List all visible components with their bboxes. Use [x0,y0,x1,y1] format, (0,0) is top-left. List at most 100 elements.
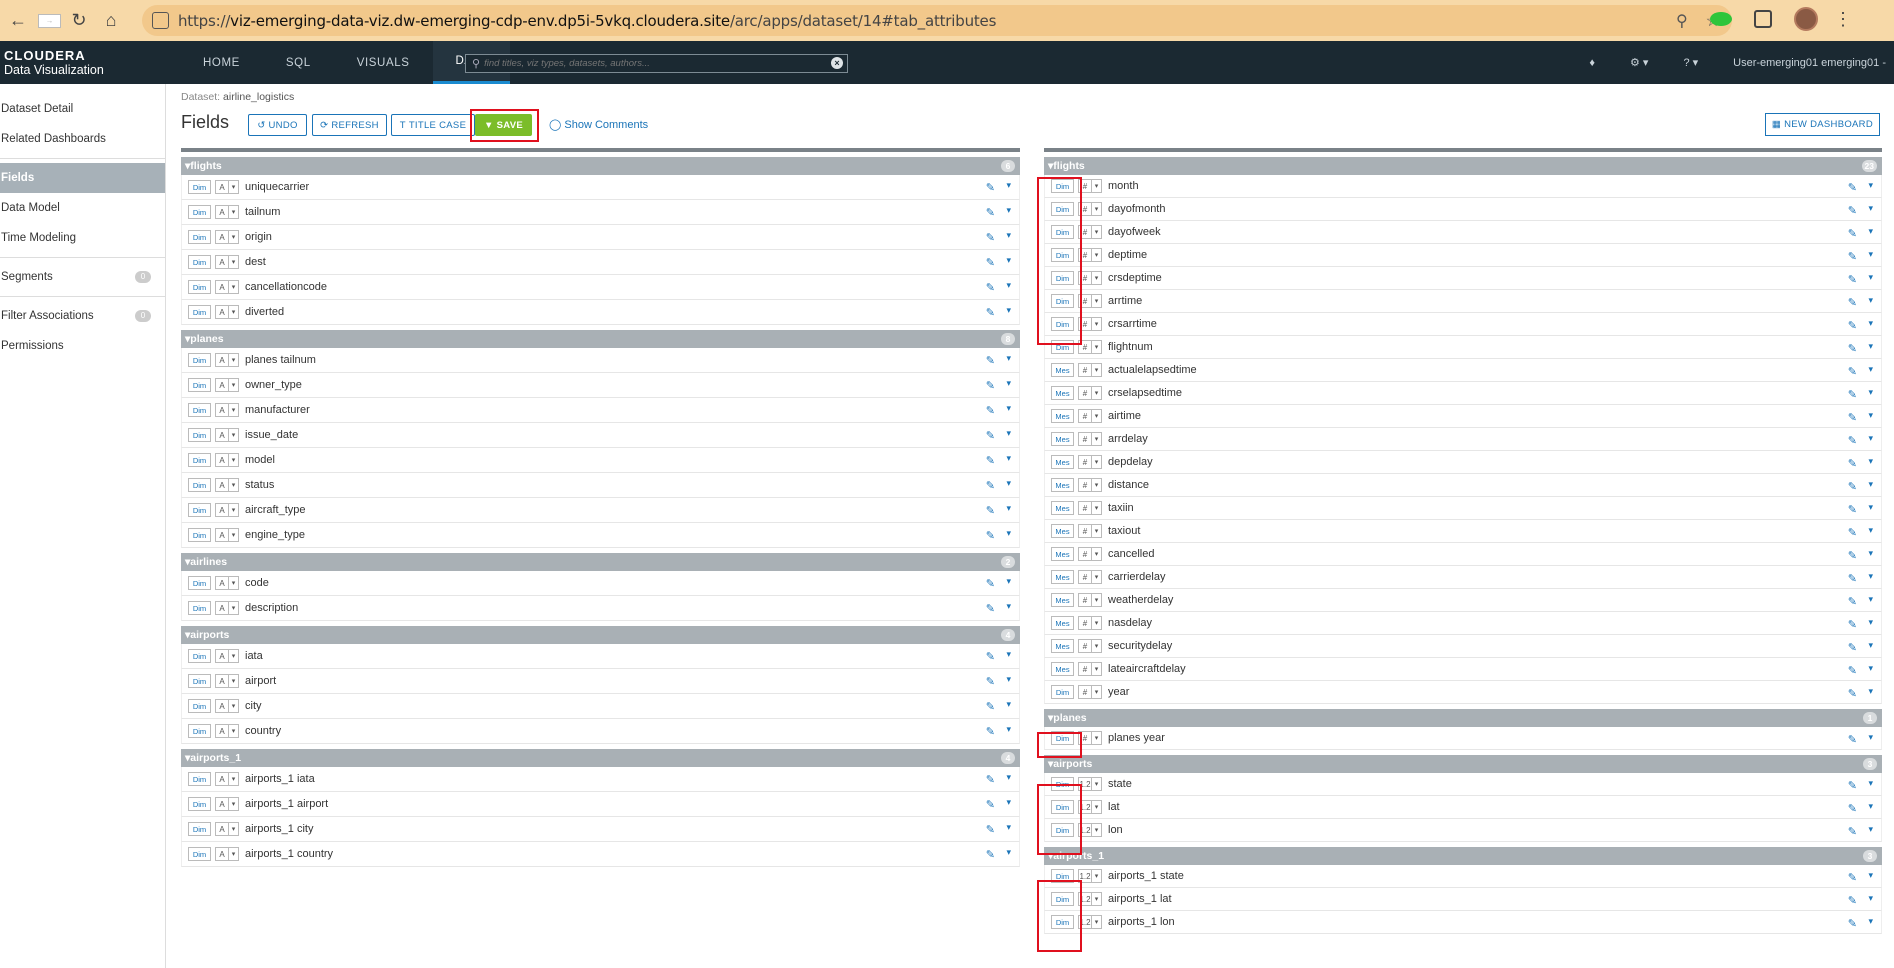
row-menu-dropdown[interactable]: ▾ [1868,341,1873,352]
data-type-icon[interactable]: # [1078,685,1092,699]
type-dropdown-button[interactable]: ▾ [229,772,239,786]
edit-pencil-icon[interactable]: ✎ [1848,503,1857,516]
edit-pencil-icon[interactable]: ✎ [986,306,995,319]
extensions-puzzle-icon[interactable] [1754,10,1772,28]
role-toggle-button[interactable]: Dim [188,674,211,688]
role-toggle-button[interactable]: Dim [188,724,211,738]
row-menu-dropdown[interactable]: ▾ [1006,478,1011,489]
edit-pencil-icon[interactable]: ✎ [986,602,995,615]
edit-pencil-icon[interactable]: ✎ [1848,273,1857,286]
role-toggle-button[interactable]: Mes [1051,639,1074,653]
role-toggle-button[interactable]: Dim [188,353,211,367]
table-group-header[interactable]: ▾ flights 23 [1044,157,1882,175]
row-menu-dropdown[interactable]: ▾ [1868,226,1873,237]
type-dropdown-button[interactable]: ▾ [1092,317,1102,331]
row-menu-dropdown[interactable]: ▾ [1868,548,1873,559]
nav-tab-home[interactable]: HOME [180,41,263,84]
data-type-icon[interactable]: A [215,699,229,713]
edit-pencil-icon[interactable]: ✎ [986,379,995,392]
sidebar-item-related-dashboards[interactable]: Related Dashboards [0,124,165,154]
edit-pencil-icon[interactable]: ✎ [986,823,995,836]
edit-pencil-icon[interactable]: ✎ [1848,549,1857,562]
edit-pencil-icon[interactable]: ✎ [986,848,995,861]
data-type-icon[interactable]: # [1078,524,1092,538]
data-type-icon[interactable]: # [1078,547,1092,561]
undo-button[interactable]: ↺ UNDO [248,114,307,136]
data-type-icon[interactable]: A [215,378,229,392]
edit-pencil-icon[interactable]: ✎ [1848,825,1857,838]
row-menu-dropdown[interactable]: ▾ [1006,576,1011,587]
type-dropdown-button[interactable]: ▾ [229,601,239,615]
table-group-header[interactable]: ▾ flights 6 [181,157,1020,175]
row-menu-dropdown[interactable]: ▾ [1006,353,1011,364]
edit-pencil-icon[interactable]: ✎ [1848,894,1857,907]
role-toggle-button[interactable]: Dim [188,478,211,492]
role-toggle-button[interactable]: Dim [188,403,211,417]
title-case-button[interactable]: T TITLE CASE [391,114,475,136]
data-type-icon[interactable]: # [1078,409,1092,423]
row-menu-dropdown[interactable]: ▾ [1868,410,1873,421]
edit-pencil-icon[interactable]: ✎ [986,429,995,442]
type-dropdown-button[interactable]: ▾ [1092,363,1102,377]
row-menu-dropdown[interactable]: ▾ [1006,822,1011,833]
edit-pencil-icon[interactable]: ✎ [1848,319,1857,332]
edit-pencil-icon[interactable]: ✎ [986,479,995,492]
row-menu-dropdown[interactable]: ▾ [1868,594,1873,605]
row-menu-dropdown[interactable]: ▾ [1868,272,1873,283]
refresh-button[interactable]: ⟳ REFRESH [312,114,387,136]
nav-tab-sql[interactable]: SQL [263,41,334,84]
data-type-icon[interactable]: # [1078,639,1092,653]
data-type-icon[interactable]: # [1078,386,1092,400]
row-menu-dropdown[interactable]: ▾ [1868,203,1873,214]
type-dropdown-button[interactable]: ▾ [1092,892,1102,906]
edit-pencil-icon[interactable]: ✎ [986,773,995,786]
data-type-icon[interactable]: A [215,822,229,836]
type-dropdown-button[interactable]: ▾ [1092,294,1102,308]
row-menu-dropdown[interactable]: ▾ [1868,502,1873,513]
data-type-icon[interactable]: A [215,428,229,442]
table-group-header[interactable]: ▾ airports_1 4 [181,749,1020,767]
edit-pencil-icon[interactable]: ✎ [1848,917,1857,930]
edit-pencil-icon[interactable]: ✎ [1848,687,1857,700]
address-bar[interactable]: https://viz-emerging-data-viz.dw-emergin… [142,5,1732,36]
edit-pencil-icon[interactable]: ✎ [1848,779,1857,792]
show-comments-link[interactable]: ◯ Show Comments [549,118,648,131]
role-toggle-button[interactable]: Mes [1051,501,1074,515]
data-type-icon[interactable]: A [215,403,229,417]
edit-pencil-icon[interactable]: ✎ [986,529,995,542]
row-menu-dropdown[interactable]: ▾ [1006,724,1011,735]
type-dropdown-button[interactable]: ▾ [229,847,239,861]
type-dropdown-button[interactable]: ▾ [229,428,239,442]
row-menu-dropdown[interactable]: ▾ [1006,528,1011,539]
type-dropdown-button[interactable]: ▾ [1092,409,1102,423]
data-type-icon[interactable]: A [215,305,229,319]
role-toggle-button[interactable]: Mes [1051,524,1074,538]
data-type-icon[interactable]: # [1078,593,1092,607]
edit-pencil-icon[interactable]: ✎ [1848,618,1857,631]
type-dropdown-button[interactable]: ▾ [229,797,239,811]
edit-pencil-icon[interactable]: ✎ [1848,641,1857,654]
row-menu-dropdown[interactable]: ▾ [1868,364,1873,375]
browser-menu-icon[interactable]: ⋮ [1834,9,1852,30]
role-toggle-button[interactable]: Mes [1051,386,1074,400]
type-dropdown-button[interactable]: ▾ [1092,386,1102,400]
sidebar-item-segments[interactable]: Segments 0 [0,262,165,292]
role-toggle-button[interactable]: Mes [1051,478,1074,492]
data-type-icon[interactable]: A [215,772,229,786]
row-menu-dropdown[interactable]: ▾ [1006,674,1011,685]
type-dropdown-button[interactable]: ▾ [229,305,239,319]
edit-pencil-icon[interactable]: ✎ [986,504,995,517]
data-type-icon[interactable]: A [215,255,229,269]
edit-pencil-icon[interactable]: ✎ [986,700,995,713]
type-dropdown-button[interactable]: ▾ [1092,800,1102,814]
data-type-icon[interactable]: A [215,724,229,738]
row-menu-dropdown[interactable]: ▾ [1006,180,1011,191]
nav-tab-visuals[interactable]: VISUALS [334,41,433,84]
role-toggle-button[interactable]: Dim [188,255,211,269]
row-menu-dropdown[interactable]: ▾ [1006,403,1011,414]
edit-pencil-icon[interactable]: ✎ [1848,572,1857,585]
row-menu-dropdown[interactable]: ▾ [1868,525,1873,536]
type-dropdown-button[interactable]: ▾ [1092,225,1102,239]
type-dropdown-button[interactable]: ▾ [1092,685,1102,699]
type-dropdown-button[interactable]: ▾ [229,255,239,269]
